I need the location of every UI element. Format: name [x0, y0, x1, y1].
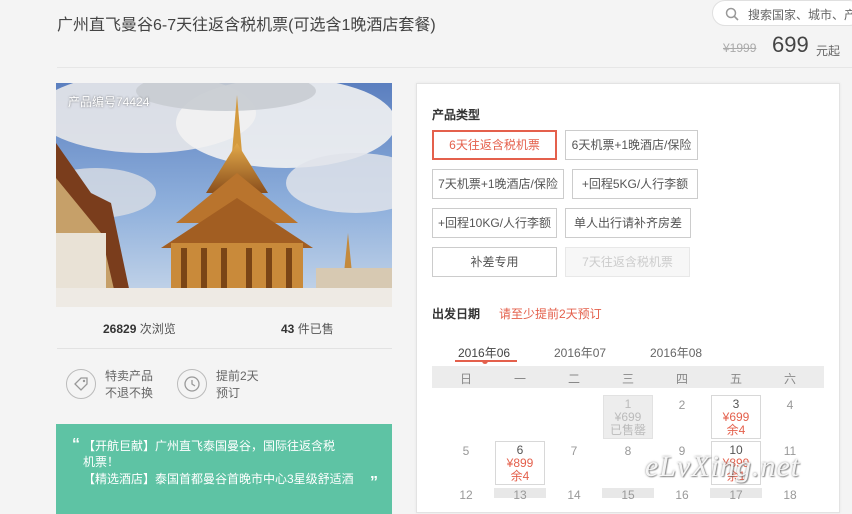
calendar-day: 12 — [459, 488, 473, 502]
calendar-day: 16 — [675, 488, 689, 502]
tab-month-2016-07[interactable]: 2016年07 — [554, 344, 606, 361]
search-placeholder: 搜索国家、城市、产 — [748, 8, 852, 22]
open-quote: “ — [72, 436, 80, 453]
option-supplement[interactable]: 补差专用 — [432, 247, 557, 277]
clock-icon — [177, 369, 207, 399]
page-title: 广州直飞曼谷6-7天往返含税机票(可选含1晚酒店套餐) — [57, 17, 436, 34]
weekday-label: 三 — [621, 372, 634, 386]
original-price: ¥1999 — [723, 41, 757, 55]
calendar-day: 17 — [729, 488, 743, 502]
feature-line: 特卖产品 — [105, 369, 154, 383]
promo-line: 【开航巨献】广州直飞泰国曼谷，国际往返含税 — [83, 439, 336, 453]
calendar-day-soldout: 1 ¥699 已售罄 — [603, 395, 653, 439]
calendar-day: 7 — [570, 444, 578, 458]
weekday-label: 五 — [729, 372, 742, 386]
weekday-label: 一 — [513, 372, 526, 386]
search-box[interactable]: 搜索国家、城市、产 — [712, 0, 852, 26]
feature-special: 特卖产品 不退不换 — [105, 368, 153, 402]
feature-advance: 提前2天 预订 — [216, 368, 259, 402]
sold-stat: 43 件已售 — [281, 320, 334, 337]
watermark: eLvXing.net — [645, 450, 801, 483]
sold-count: 43 — [281, 322, 295, 336]
option-10kg-luggage[interactable]: +回程10KG/人行李额 — [432, 208, 557, 238]
feature-line: 不退不换 — [105, 386, 154, 400]
views-label: 次浏览 — [139, 322, 176, 336]
feature-line: 提前2天 — [216, 369, 259, 383]
close-quote: ” — [370, 474, 378, 491]
option-7day-hotel[interactable]: 7天机票+1晚酒店/保险 — [432, 169, 564, 199]
tag-icon — [66, 369, 96, 399]
views-count: 26829 — [103, 322, 137, 336]
product-type-title: 产品类型 — [432, 108, 481, 122]
product-code: 产品编号74424 — [68, 95, 150, 109]
day-status: 已售罄 — [609, 423, 646, 437]
weekday-label: 二 — [567, 372, 580, 386]
promo-box: “ 【开航巨献】广州直飞泰国曼谷，国际往返含税 机票！ 【精选酒店】泰国首都曼谷… — [56, 424, 392, 514]
calendar-day: 2 — [678, 398, 686, 412]
calendar-day: 13 — [513, 488, 527, 502]
product-photo — [56, 83, 392, 307]
weekday-label: 四 — [675, 372, 688, 386]
calendar-day-available[interactable]: 3 ¥699 余4 — [711, 395, 761, 439]
tab-month-2016-08[interactable]: 2016年08 — [650, 344, 702, 361]
option-7day-flight: 7天往返含税机票 — [565, 247, 690, 277]
search-icon — [725, 7, 739, 21]
option-6day-flight[interactable]: 6天往返含税机票 — [432, 130, 557, 160]
calendar-day: 14 — [567, 488, 581, 502]
calendar-day: 15 — [621, 488, 635, 502]
option-6day-hotel[interactable]: 6天机票+1晚酒店/保险 — [565, 130, 698, 160]
promo-line: 【精选酒店】泰国首都曼谷首晚市中心3星级舒适酒 — [83, 472, 354, 486]
calendar-day-available[interactable]: 6 ¥899 余4 — [495, 441, 545, 485]
feature-line: 预订 — [216, 386, 241, 400]
calendar-day: 18 — [783, 488, 797, 502]
current-price: 699 — [772, 32, 809, 57]
header-divider — [57, 67, 852, 68]
weekday-label: 日 — [459, 372, 472, 386]
day-remaining: 余4 — [726, 423, 746, 437]
stats-divider — [57, 348, 392, 349]
option-single-room[interactable]: 单人出行请补齐房差 — [565, 208, 691, 238]
calendar-day: 4 — [786, 398, 794, 412]
advance-booking-hint: 请至少提前2天预订 — [499, 307, 602, 321]
departure-date-title: 出发日期 — [432, 307, 481, 321]
tab-month-2016-06[interactable]: 2016年06 — [458, 344, 510, 361]
price-unit: 元起 — [816, 44, 841, 58]
views-stat: 26829 次浏览 — [103, 320, 176, 337]
option-5kg-luggage[interactable]: +回程5KG/人行李额 — [572, 169, 698, 199]
promo-line: 机票！ — [83, 455, 120, 469]
calendar-day: 5 — [462, 444, 470, 458]
day-remaining: 余4 — [510, 469, 530, 483]
sold-label: 件已售 — [297, 322, 334, 336]
weekday-label: 六 — [783, 372, 796, 386]
